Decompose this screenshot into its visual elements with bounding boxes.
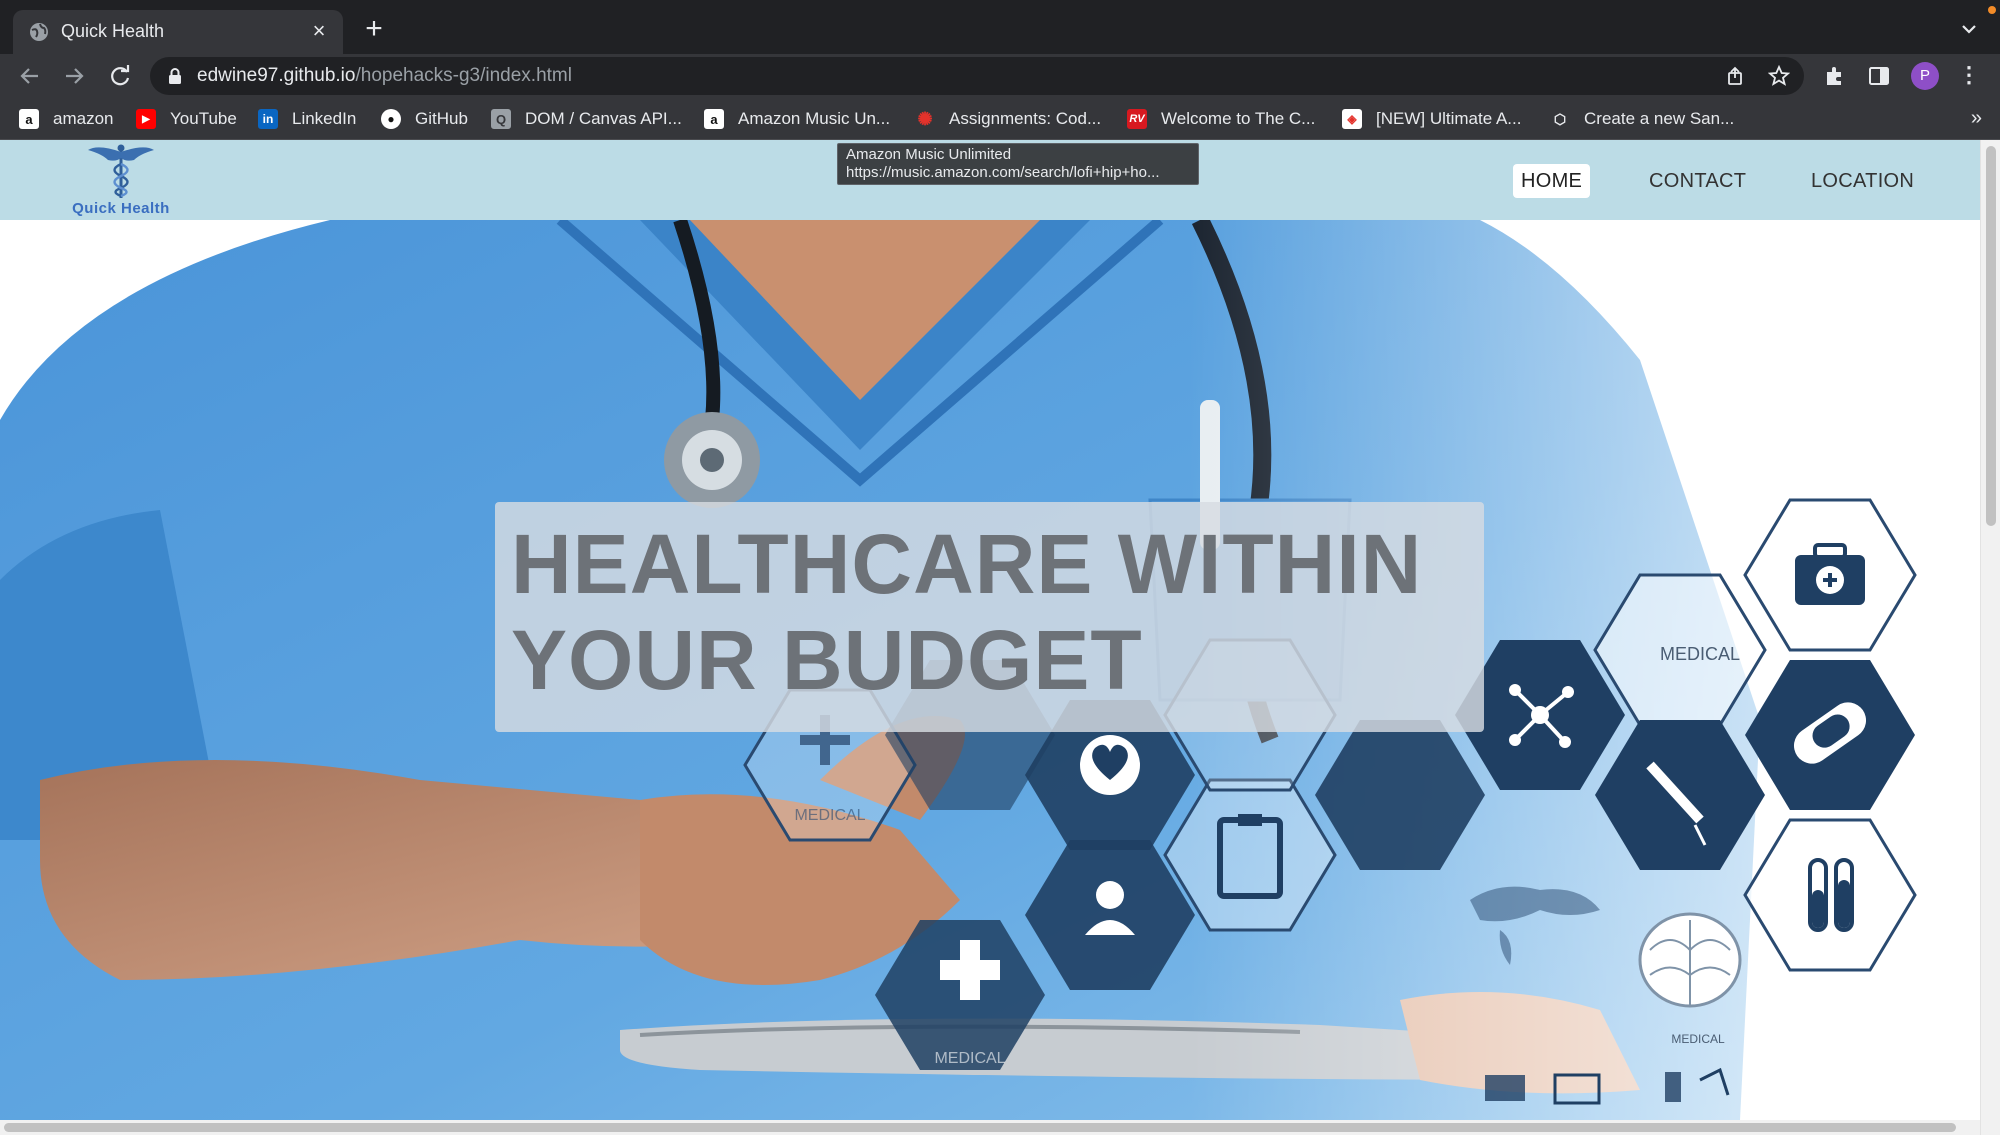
browser-toolbar: edwine97.github.io/hopehacks-g3/index.ht… <box>0 54 2000 98</box>
nav-contact[interactable]: CONTACT <box>1641 164 1754 198</box>
logo-text: Quick Health <box>72 200 170 217</box>
close-tab-icon[interactable]: × <box>307 19 331 43</box>
amazon-icon: a <box>19 109 39 129</box>
reload-icon[interactable] <box>106 62 134 90</box>
bookmark-star-icon[interactable] <box>1768 65 1790 87</box>
bookmarks-bar: a amazon ▶ YouTube in LinkedIn ● GitHub … <box>0 98 2000 140</box>
linkedin-icon: in <box>258 109 278 129</box>
share-icon[interactable] <box>1724 65 1746 87</box>
bookmark-label: Assignments: Cod... <box>949 109 1102 128</box>
bookmark-welcome[interactable]: RV Welcome to The C... <box>1127 106 1315 132</box>
rv-icon: RV <box>1127 109 1147 129</box>
bookmark-label: amazon <box>53 109 114 128</box>
course-icon: ◈ <box>1342 109 1362 129</box>
bookmark-label: Amazon Music Un... <box>738 109 891 128</box>
hex-label-medical-cross: MEDICAL <box>794 807 865 824</box>
horizontal-scroll-thumb[interactable] <box>4 1123 1956 1132</box>
page-viewport: Quick Health HOME CONTACT LOCATION MEDIC… <box>0 140 2000 1135</box>
search-doc-icon: Q <box>491 109 511 129</box>
url-path: /hopehacks-g3/index.html <box>355 65 572 86</box>
back-icon[interactable] <box>16 62 44 90</box>
globe-icon <box>30 23 48 41</box>
lock-icon[interactable] <box>166 67 184 85</box>
url-text: edwine97.github.io/hopehacks-g3/index.ht… <box>197 65 572 87</box>
bookmark-label: Welcome to The C... <box>1161 109 1316 128</box>
hex-label-medical-brain: MEDICAL <box>1671 1032 1725 1046</box>
vertical-scrollbar[interactable] <box>1980 140 2000 1135</box>
bookmark-dom-canvas[interactable]: Q DOM / Canvas API... <box>491 106 682 132</box>
tab-title: Quick Health <box>61 21 165 41</box>
canvas-icon: ✺ <box>917 108 933 129</box>
bookmark-youtube[interactable]: ▶ YouTube <box>136 106 237 132</box>
headline-banner: HEALTHCARE WITHIN YOUR BUDGET <box>495 502 1484 732</box>
tab-search-chevron-icon[interactable] <box>1958 18 1980 40</box>
more-bookmarks-icon[interactable]: » <box>1971 107 1982 130</box>
bookmark-assignments[interactable]: ✺ Assignments: Cod... <box>915 106 1101 132</box>
caduceus-icon <box>88 144 154 198</box>
browser-tab[interactable]: Quick Health × <box>13 10 343 54</box>
hero-section: MEDICAL MEDICAL MEDICAL MEDICAL HEALTHCA… <box>0 220 1980 1120</box>
bookmark-ultimate[interactable]: ◈ [NEW] Ultimate A... <box>1342 106 1521 132</box>
bookmark-amazon-music[interactable]: a Amazon Music Un... <box>704 106 890 132</box>
address-bar[interactable]: edwine97.github.io/hopehacks-g3/index.ht… <box>150 57 1804 95</box>
url-host: edwine97.github.io <box>197 65 356 86</box>
horizontal-scrollbar[interactable] <box>0 1120 1980 1135</box>
browser-menu-icon[interactable]: ⋮ <box>1958 63 1980 89</box>
hex-label-medical-bottom: MEDICAL <box>934 1050 1005 1067</box>
side-panel-icon[interactable] <box>1867 64 1891 88</box>
bookmark-label: LinkedIn <box>292 109 357 128</box>
amazon-icon: a <box>704 109 724 129</box>
hex-label-medical-top: MEDICAL <box>1660 644 1740 664</box>
site-logo[interactable]: Quick Health <box>68 142 174 218</box>
bookmark-label: DOM / Canvas API... <box>525 109 682 128</box>
bookmark-label: Create a new San... <box>1584 109 1735 128</box>
extensions-puzzle-icon[interactable] <box>1823 64 1847 88</box>
bookmark-label: [NEW] Ultimate A... <box>1376 109 1522 128</box>
bookmark-amazon[interactable]: a amazon <box>19 106 113 132</box>
bookmark-label: YouTube <box>170 109 237 128</box>
youtube-icon: ▶ <box>136 109 156 129</box>
tooltip-title: Amazon Music Unlimited <box>846 146 1012 163</box>
github-icon: ● <box>381 109 401 129</box>
tooltip-url: https://music.amazon.com/search/lofi+hip… <box>846 164 1160 181</box>
codesandbox-icon: ⬡ <box>1553 110 1567 127</box>
new-tab-button[interactable]: + <box>360 14 388 44</box>
bookmark-label: GitHub <box>415 109 468 128</box>
profile-avatar[interactable]: P <box>1911 62 1939 90</box>
tab-strip: Quick Health × + <box>0 0 2000 54</box>
hero-headline: HEALTHCARE WITHIN YOUR BUDGET <box>511 517 1423 707</box>
bookmark-codesandbox[interactable]: ⬡ Create a new San... <box>1550 106 1734 132</box>
vertical-scroll-thumb[interactable] <box>1986 146 1996 526</box>
nav-location[interactable]: LOCATION <box>1803 164 1922 198</box>
nav-home[interactable]: HOME <box>1513 164 1591 198</box>
notification-dot <box>1988 6 1996 14</box>
bookmark-linkedin[interactable]: in LinkedIn <box>258 106 356 132</box>
bookmark-tooltip: Amazon Music Unlimited https://music.ama… <box>837 143 1199 185</box>
bookmark-github[interactable]: ● GitHub <box>381 106 468 132</box>
forward-icon[interactable] <box>60 62 88 90</box>
